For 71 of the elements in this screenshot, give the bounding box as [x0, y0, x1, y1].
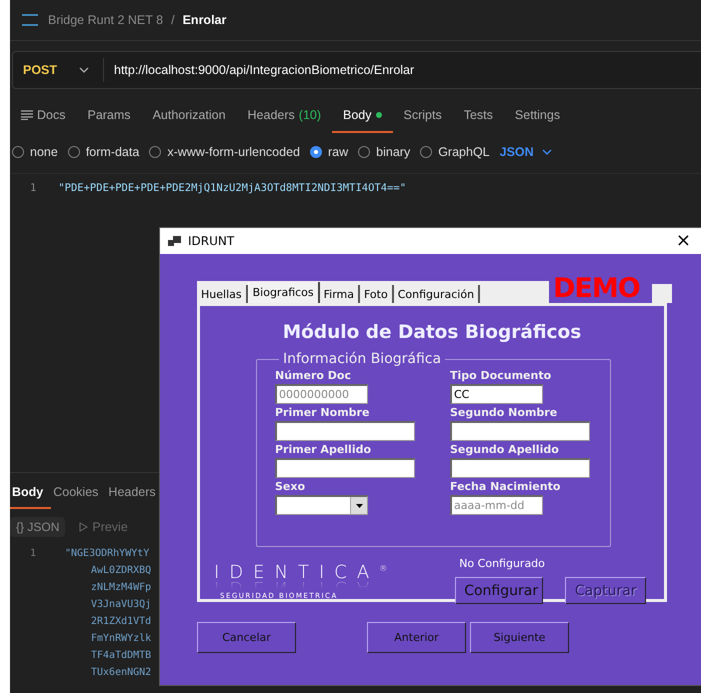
chevron-icon — [79, 67, 89, 73]
status-dot-icon — [376, 112, 382, 118]
input-field[interactable] — [450, 421, 590, 441]
code-line: AwL0ZDRXBQ — [91, 564, 152, 578]
radio-label: binary — [376, 145, 410, 159]
request-tab[interactable]: Headers (10) — [236, 99, 332, 133]
field-label: Primer Nombre — [275, 406, 370, 420]
group-title: Información Biográfica — [282, 351, 442, 367]
field-label: Sexo — [275, 480, 306, 494]
request-name: Enrolar — [182, 13, 226, 27]
method-dropdown[interactable]: POST — [13, 63, 79, 77]
response-tab[interactable]: Body — [10, 477, 52, 509]
radio-button[interactable] — [149, 146, 162, 158]
request-tab[interactable]: Params — [76, 99, 142, 133]
field-label: Segundo Apellido — [450, 443, 560, 457]
field-label: Fecha Nacimiento — [450, 480, 562, 494]
radio-button[interactable] — [420, 146, 432, 158]
dropdown-field[interactable] — [275, 495, 368, 515]
radio-label: x-www-form-urlencoded — [167, 145, 300, 159]
field-label: Segundo Nombre — [450, 406, 558, 420]
line-number: 1 — [30, 182, 36, 196]
code-line: FmYnRWYzlk — [91, 632, 152, 646]
docs-icon — [21, 110, 33, 120]
radio-button[interactable] — [310, 146, 322, 158]
input-field[interactable] — [450, 458, 590, 478]
radio-button[interactable] — [68, 146, 80, 158]
field-label: Tipo Documento — [450, 369, 552, 383]
collection-link[interactable]: Bridge Runt 2 NET 8 — [48, 13, 164, 27]
demo-label: DEMO — [553, 273, 640, 304]
input-field[interactable] — [275, 458, 415, 478]
request-tab[interactable]: Scripts — [392, 99, 453, 133]
url-field[interactable]: http://localhost:9000/api/IntegracionBiometrico/Enrolar — [114, 63, 414, 77]
radio-label: none — [30, 145, 58, 159]
radio-label: GraphQL — [438, 145, 490, 159]
format-dropdown[interactable]: {} JSON — [10, 517, 66, 537]
format-dropdown[interactable]: JSON — [500, 145, 552, 159]
play-icon — [79, 522, 88, 532]
request-tab[interactable]: Settings — [504, 99, 572, 133]
radio-button[interactable] — [358, 146, 370, 158]
field-label: Número Doc — [275, 369, 352, 383]
response-tab[interactable]: Headers — [106, 477, 164, 509]
field-label: Primer Apellido — [275, 443, 372, 457]
input-field[interactable]: CC — [450, 384, 543, 404]
code-line: TF4aTdDMTB — [91, 649, 152, 663]
input-field[interactable]: 0000000000 — [275, 384, 368, 404]
app-icon — [168, 235, 182, 247]
tab[interactable]: Biograficos — [248, 282, 320, 303]
code-line: V3JnaVU3Qj — [91, 598, 152, 612]
code-line: zNLMzM4WFp — [91, 581, 152, 595]
logo-wordmark: IDENTICA$^{®}$ — [214, 561, 388, 580]
request-tab[interactable]: Docs — [10, 99, 76, 133]
status-text: No Configurado — [459, 557, 545, 570]
input-field[interactable]: aaaa-mm-dd — [450, 495, 543, 515]
code-line: "PDE+PDE+PDE+PDE+PDE2MjQ1NzU2MjA3OTd8MTI2NDI3MTI4OT4==" — [58, 182, 406, 194]
radio-label: form-data — [86, 145, 140, 159]
code-line: "NGE3ODRhYWYtY — [65, 547, 150, 561]
input-field[interactable] — [275, 421, 415, 441]
window-title: IDRUNT — [188, 234, 236, 248]
line-number: 1 — [29, 547, 36, 561]
request-tab[interactable]: Tests — [452, 99, 504, 133]
response-tab[interactable]: Cookies — [51, 477, 106, 509]
breadcrumb-separator: / — [171, 13, 175, 27]
page-heading: Módulo de Datos Biográficos — [282, 322, 582, 343]
close-button[interactable]: × — [674, 232, 693, 250]
request-tab[interactable]: Authorization — [142, 99, 237, 133]
code-line: TUx6enNGN2 — [91, 666, 152, 680]
radio-button[interactable] — [12, 146, 24, 158]
request-tab[interactable]: Body — [332, 99, 393, 133]
chevron-icon — [542, 149, 552, 155]
code-line: 2R1ZXd1VTd — [91, 615, 152, 629]
radio-label: raw — [328, 145, 348, 159]
